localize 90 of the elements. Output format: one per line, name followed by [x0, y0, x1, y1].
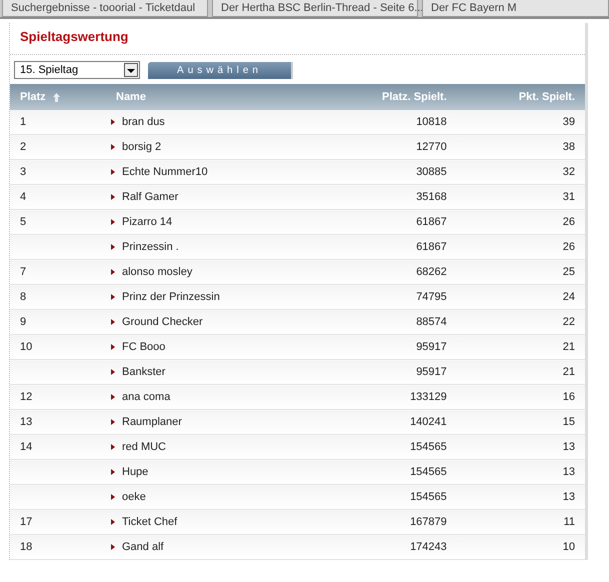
matchday-points-cell: 16 — [562, 391, 575, 403]
browser-tab[interactable]: Der FC Bayern M — [422, 0, 609, 17]
matchday-rank-cell: 140241 — [410, 416, 447, 428]
matchday-points-cell: 13 — [562, 466, 575, 478]
matchday-points-cell: 22 — [562, 316, 575, 328]
matchday-rank-cell: 154565 — [410, 466, 447, 478]
rank-cell: 17 — [20, 516, 32, 528]
arrow-icon — [111, 394, 115, 400]
matchday-rank-cell: 154565 — [410, 491, 447, 503]
arrow-icon — [111, 544, 115, 550]
matchday-rank-cell: 61867 — [416, 216, 447, 228]
player-name-link[interactable]: borsig 2 — [122, 141, 162, 153]
rank-cell: 9 — [20, 316, 26, 328]
player-name-link[interactable]: Ticket Chef — [122, 516, 178, 528]
matchday-points-cell: 21 — [562, 366, 575, 378]
rank-cell: 12 — [20, 391, 32, 403]
matchday-rank-cell: 10818 — [416, 116, 447, 128]
rank-cell: 1 — [20, 116, 26, 128]
matchday-rank-cell: 61867 — [416, 241, 447, 253]
player-name-link[interactable]: Bankster — [122, 366, 166, 378]
arrow-icon — [111, 294, 115, 300]
player-name-link[interactable]: Raumplaner — [122, 416, 182, 428]
player-name-link[interactable]: ana coma — [122, 391, 170, 403]
rank-cell: 18 — [20, 541, 32, 553]
matchday-points-cell: 38 — [562, 141, 575, 153]
rank-cell: 2 — [20, 141, 26, 153]
matchday-rank-cell: 88574 — [416, 316, 447, 328]
matchday-rank-cell: 68262 — [416, 266, 447, 278]
player-name-link[interactable]: FC Booo — [122, 341, 166, 353]
arrow-icon — [111, 419, 115, 426]
arrow-icon — [111, 519, 115, 526]
arrow-icon — [111, 344, 115, 350]
matchday-rank-cell: 12770 — [416, 141, 447, 153]
arrow-icon — [111, 144, 115, 150]
matchday-points-cell: 21 — [562, 341, 575, 353]
matchday-points-cell: 26 — [562, 216, 575, 228]
arrow-icon — [111, 444, 115, 450]
rank-cell: 5 — [20, 216, 26, 228]
matchday-rank-cell: 30885 — [416, 166, 447, 178]
player-name-link[interactable]: Echte Nummer10 — [122, 166, 208, 178]
matchday-points-cell: 39 — [562, 116, 575, 128]
matchday-points-cell: 24 — [562, 291, 575, 303]
arrow-icon — [111, 119, 115, 126]
arrow-icon — [111, 469, 115, 476]
matchday-points-cell: 31 — [562, 191, 575, 203]
rank-cell: 8 — [20, 291, 26, 303]
matchday-rank-cell: 95917 — [416, 366, 447, 378]
matchday-points-cell: 10 — [562, 541, 575, 553]
matchday-points-cell: 32 — [562, 166, 575, 178]
arrow-icon — [111, 169, 115, 176]
player-name-link[interactable]: oeke — [122, 491, 146, 503]
arrow-icon — [111, 494, 115, 500]
matchday-dropdown[interactable]: 15. Spieltag — [14, 61, 140, 79]
matchday-rank-cell: 133129 — [410, 391, 447, 403]
matchday-points-cell: 15 — [562, 416, 575, 428]
arrow-icon — [111, 319, 115, 326]
player-name-link[interactable]: bran dus — [122, 116, 165, 128]
player-name-link[interactable]: Gand alf — [122, 541, 164, 553]
rank-cell: 14 — [20, 441, 32, 453]
matchday-points-cell: 13 — [562, 441, 575, 453]
player-name-link[interactable]: Ground Checker — [122, 316, 203, 328]
player-name-link[interactable]: Hupe — [122, 466, 148, 478]
matchday-rank-cell: 154565 — [410, 441, 447, 453]
matchday-points-cell: 11 — [564, 516, 575, 528]
matchday-rank-cell: 35168 — [416, 191, 447, 203]
matchday-rank-cell: 95917 — [416, 341, 447, 353]
select-button[interactable]: Auswählen — [148, 62, 291, 78]
player-name-link[interactable]: red MUC — [122, 441, 166, 453]
matchday-rank-cell: 167879 — [410, 516, 447, 528]
rank-cell: 13 — [20, 416, 32, 428]
player-name-link[interactable]: Pizarro 14 — [122, 216, 172, 228]
matchday-points-cell: 13 — [562, 491, 575, 503]
matchday-points-cell: 25 — [562, 266, 575, 278]
rank-cell: 3 — [20, 166, 26, 178]
rank-cell: 10 — [20, 341, 32, 353]
matchday-points-cell: 26 — [562, 241, 575, 253]
player-name-link[interactable]: Prinzessin . — [122, 241, 179, 253]
arrow-icon — [111, 369, 115, 376]
rank-cell: 4 — [20, 191, 26, 203]
arrow-icon — [111, 219, 115, 226]
matchday-rank-cell: 174243 — [410, 541, 447, 553]
arrow-icon — [111, 269, 115, 276]
browser-tab[interactable]: Suchergebnisse - tooorial - Ticketdaul — [2, 0, 208, 17]
rank-cell: 7 — [20, 266, 26, 278]
player-name-link[interactable]: alonso mosley — [122, 266, 192, 278]
panel-title: Spieltagswertung — [10, 23, 585, 55]
arrow-icon — [111, 194, 115, 200]
arrow-icon — [111, 244, 115, 250]
matchday-rank-cell: 74795 — [416, 291, 447, 303]
player-name-link[interactable]: Ralf Gamer — [122, 191, 178, 203]
